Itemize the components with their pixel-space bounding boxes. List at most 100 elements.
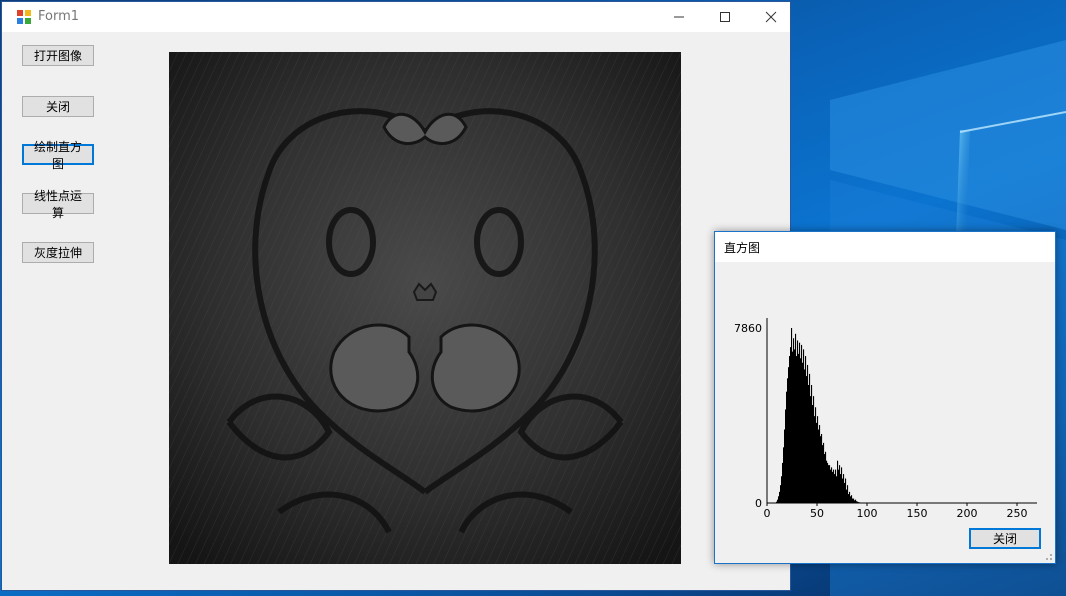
histogram-bar bbox=[814, 416, 816, 503]
histogram-bar bbox=[820, 436, 822, 503]
minimize-icon bbox=[674, 16, 684, 18]
histogram-bar bbox=[830, 469, 832, 503]
histogram-bar bbox=[809, 373, 811, 503]
histogram-bar bbox=[790, 347, 792, 503]
draw-histogram-button[interactable]: 绘制直方图 bbox=[22, 140, 94, 171]
histogram-bar bbox=[793, 338, 795, 503]
histogram-bar bbox=[799, 342, 801, 503]
histogram-bar bbox=[841, 467, 843, 503]
maximize-icon bbox=[720, 12, 730, 22]
histogram-bar bbox=[812, 405, 814, 503]
histogram-bar bbox=[796, 356, 798, 503]
histogram-bar bbox=[777, 499, 779, 503]
minimize-button[interactable] bbox=[656, 2, 702, 32]
x-tick-label: 100 bbox=[857, 507, 878, 520]
histogram-bar bbox=[789, 356, 791, 503]
histogram-bar bbox=[829, 465, 831, 503]
histogram-title-bar[interactable]: 直方图 bbox=[715, 232, 1055, 262]
histogram-bar bbox=[844, 482, 846, 503]
histogram-dialog: 直方图 0 50 100 150 200 250 7860 0 关闭 bbox=[714, 231, 1056, 564]
ornament-image bbox=[169, 52, 681, 564]
histogram-bar bbox=[826, 460, 828, 503]
close-button[interactable]: 关闭 bbox=[22, 96, 94, 117]
histogram-bar bbox=[818, 429, 820, 503]
histogram-bar bbox=[784, 429, 786, 503]
histogram-bar bbox=[787, 378, 789, 503]
histogram-bar bbox=[838, 469, 840, 503]
histogram-bar bbox=[803, 349, 805, 503]
gray-stretch-button[interactable]: 灰度拉伸 bbox=[22, 242, 94, 263]
histogram-bar bbox=[804, 369, 806, 503]
histogram-bar bbox=[839, 465, 841, 503]
histogram-bar bbox=[783, 447, 785, 503]
histogram-bar bbox=[805, 356, 807, 503]
histogram-bar bbox=[778, 496, 780, 503]
maximize-button[interactable] bbox=[702, 2, 748, 32]
x-tick-label: 200 bbox=[957, 507, 978, 520]
histogram-bar bbox=[825, 451, 827, 503]
histogram-bar bbox=[819, 425, 821, 503]
open-image-button[interactable]: 打开图像 bbox=[22, 45, 94, 66]
y-max-label: 7860 bbox=[734, 322, 762, 335]
histogram-bar bbox=[792, 351, 794, 503]
histogram-bar bbox=[797, 340, 799, 503]
histogram-bar bbox=[849, 491, 851, 503]
histogram-bar bbox=[840, 474, 842, 503]
histogram-bar bbox=[852, 498, 854, 503]
histogram-bar bbox=[828, 465, 830, 503]
histogram-bar bbox=[798, 353, 800, 503]
linear-point-operation-button[interactable]: 线性点运算 bbox=[22, 189, 94, 220]
x-tick-label: 0 bbox=[764, 507, 771, 520]
x-ticks: 0 50 100 150 200 250 bbox=[764, 503, 1028, 520]
close-window-button[interactable] bbox=[748, 2, 794, 32]
window-title: Form1 bbox=[38, 9, 80, 24]
histogram-bar bbox=[800, 358, 802, 503]
histogram-bar bbox=[808, 384, 810, 503]
histogram-bar bbox=[782, 462, 784, 503]
histogram-bar bbox=[848, 494, 850, 503]
resize-grip-icon[interactable] bbox=[1043, 551, 1053, 561]
histogram-bar bbox=[794, 349, 796, 503]
histogram-bar bbox=[824, 454, 826, 503]
histogram-bar bbox=[851, 495, 853, 503]
histogram-bar bbox=[802, 362, 804, 503]
histogram-bar bbox=[833, 469, 835, 503]
x-tick-label: 150 bbox=[907, 507, 928, 520]
image-picturebox bbox=[169, 52, 681, 564]
histogram-bar bbox=[822, 445, 824, 503]
y-min-label: 0 bbox=[755, 497, 762, 510]
histogram-bar bbox=[853, 498, 855, 503]
histogram-bar bbox=[807, 364, 809, 503]
histogram-bar bbox=[791, 328, 793, 503]
histogram-chart: 0 50 100 150 200 250 7860 0 bbox=[734, 318, 1037, 520]
histogram-bar bbox=[810, 396, 812, 503]
histogram-bar bbox=[843, 474, 845, 503]
title-bar[interactable]: Form1 bbox=[2, 2, 790, 32]
histogram-bar bbox=[811, 384, 813, 503]
histogram-bar bbox=[813, 396, 815, 503]
histogram-bar bbox=[846, 489, 848, 503]
histogram-bar bbox=[786, 391, 788, 503]
histogram-bar bbox=[837, 460, 839, 503]
histogram-bar bbox=[842, 478, 844, 503]
main-window: Form1 打开图像 关闭 绘制直方图 线性点运算 灰度拉伸 bbox=[1, 1, 791, 591]
histogram-bar bbox=[779, 491, 781, 503]
histogram-bar bbox=[855, 499, 857, 503]
histogram-bar bbox=[850, 496, 852, 503]
histogram-bar bbox=[834, 474, 836, 503]
app-icon bbox=[17, 10, 31, 24]
histogram-bar bbox=[827, 462, 829, 503]
histogram-bars bbox=[775, 328, 864, 503]
histogram-bar bbox=[816, 422, 818, 503]
histogram-bar bbox=[823, 442, 825, 503]
histogram-bar bbox=[788, 367, 790, 503]
histogram-bar bbox=[815, 407, 817, 503]
histogram-bar bbox=[817, 416, 819, 503]
histogram-bar bbox=[835, 469, 837, 503]
histogram-bar bbox=[832, 471, 834, 503]
histogram-bar bbox=[806, 376, 808, 503]
x-tick-label: 250 bbox=[1007, 507, 1028, 520]
histogram-bar bbox=[831, 467, 833, 503]
histogram-bar bbox=[781, 476, 783, 503]
histogram-close-button[interactable]: 关闭 bbox=[969, 528, 1041, 549]
